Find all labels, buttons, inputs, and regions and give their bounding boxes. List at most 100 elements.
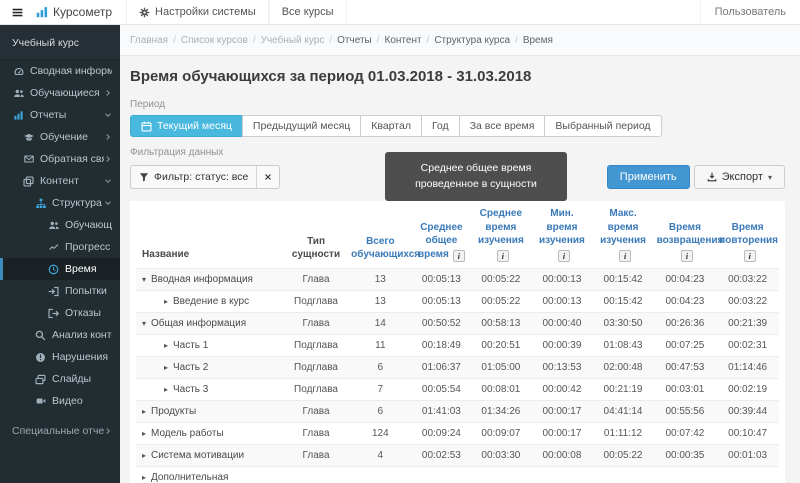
filter-chip[interactable]: Фильтр: статус: все [130, 165, 281, 189]
sidebar-item-обучающиеся[interactable]: Обучающиеся [0, 214, 120, 236]
breadcrumb-item-4[interactable]: Контент [385, 35, 422, 46]
column-header-2[interactable]: Всего обучающихся [348, 201, 420, 268]
row-name-cell: ▸ Введение в курс [136, 289, 284, 312]
info-icon[interactable]: i [680, 249, 693, 262]
breadcrumb-item-0[interactable]: Главная [130, 35, 168, 46]
sidebar-item-структура-курса[interactable]: Структура курса [0, 192, 120, 214]
users-icon [47, 220, 60, 231]
sidebar-item-нарушения[interactable]: Нарушения [0, 346, 120, 368]
info-icon[interactable]: i [496, 249, 509, 262]
row-type-cell: Глава [283, 465, 349, 483]
row-name-cell: ▸ Часть 1 [136, 333, 284, 356]
column-header-3[interactable]: Среднее общее время i [412, 201, 470, 268]
row-name[interactable]: Дополнительная информация по продуктам и… [142, 472, 275, 483]
row-name[interactable]: Модель работы [151, 428, 224, 439]
app-logo[interactable]: Курсометр [34, 0, 126, 24]
period-tab-1[interactable]: Предыдущий месяц [241, 115, 362, 137]
column-header-7[interactable]: Время возвращения i [654, 201, 723, 268]
row-time-cell: 00:15:42 [592, 267, 654, 290]
filter-remove-button[interactable] [256, 166, 279, 188]
row-name[interactable]: Часть 3 [173, 384, 208, 395]
period-tab-3[interactable]: Год [420, 115, 460, 137]
sidebar-item-label: Время [65, 263, 97, 275]
row-expand-caret-icon[interactable]: ▸ [142, 407, 151, 416]
row-expand-caret-icon[interactable]: ▸ [164, 341, 173, 350]
period-tab-5[interactable]: Выбранный период [544, 115, 662, 137]
sidebar-item-время[interactable]: Время [0, 258, 120, 280]
sidebar-item-прогресс[interactable]: Прогресс [0, 236, 120, 258]
row-time-cell: 01:14:46 [716, 355, 779, 378]
breadcrumb-item-3[interactable]: Отчеты [337, 35, 372, 46]
row-time-cell: 00:00:13 [531, 289, 593, 312]
sidebar-item-сводная-информация[interactable]: Сводная информация [0, 60, 120, 82]
row-name[interactable]: Введение в курс [173, 296, 249, 307]
row-time-cell: 00:58:13 [470, 311, 532, 334]
row-time-cell: 03:30:50 [592, 311, 654, 334]
column-header-4[interactable]: Среднее время изучения i [470, 201, 531, 268]
sidebar-item-попытки[interactable]: Попытки [0, 280, 120, 302]
period-tab-0[interactable]: Текущий месяц [130, 115, 243, 137]
row-name[interactable]: Общая информация [151, 318, 246, 329]
row-time-cell: 00:13:53 [531, 355, 593, 378]
breadcrumb-item-1[interactable]: Список курсов [181, 35, 248, 46]
row-time-cell: 00:47:53 [653, 355, 717, 378]
row-time-cell: 00:04:23 [653, 289, 717, 312]
brand-name: Курсометр [53, 5, 113, 19]
period-tab-4[interactable]: За все время [458, 115, 546, 137]
row-name-cell: ▸ Часть 2 [136, 355, 284, 378]
row-expand-caret-icon[interactable]: ▾ [142, 275, 151, 284]
row-time-cell: 00:08:01 [470, 377, 532, 400]
row-type-cell: Подглава [283, 289, 349, 312]
topnav-item-0[interactable]: Настройки системы [126, 0, 269, 24]
sidebar-item-отказы[interactable]: Отказы [0, 302, 120, 324]
sidebar-item-обучающиеся[interactable]: Обучающиеся [0, 82, 120, 104]
row-time-cell: 01:34:26 [470, 399, 532, 422]
row-students-cell: 7 [348, 377, 413, 400]
sidebar-item-обучение[interactable]: Обучение [0, 126, 120, 148]
user-menu[interactable]: Пользователь [699, 0, 800, 24]
row-expand-caret-icon[interactable]: ▸ [142, 451, 151, 460]
row-name[interactable]: Вводная информация [151, 274, 253, 285]
export-button[interactable]: Экспорт ▾ [693, 165, 785, 189]
breadcrumb-item-2[interactable]: Учебный курс [261, 35, 325, 46]
slides-icon [34, 374, 47, 385]
sidebar-item-отчеты[interactable]: Отчеты [0, 104, 120, 126]
breadcrumb: Главная / Список курсов / Учебный курс / Отчет… [120, 25, 800, 56]
info-icon[interactable]: i [619, 249, 632, 262]
column-header-5[interactable]: Мин. время изучения i [531, 201, 592, 268]
period-tab-2[interactable]: Квартал [360, 115, 422, 137]
row-name[interactable]: Часть 1 [173, 340, 208, 351]
row-time-cell: 00:07:42 [653, 421, 717, 444]
sidebar-toggle-icon[interactable] [0, 0, 34, 24]
topnav-item-1[interactable]: Все курсы [268, 0, 347, 24]
row-name[interactable]: Продукты [151, 406, 196, 417]
row-name[interactable]: Часть 2 [173, 362, 208, 373]
sidebar-item-видео[interactable]: Видео [0, 390, 120, 412]
row-expand-caret-icon[interactable]: ▸ [142, 429, 151, 438]
row-expand-caret-icon[interactable]: ▸ [164, 297, 173, 306]
row-time-cell: 00:00:08 [531, 443, 593, 466]
sidebar-item-контент[interactable]: Контент [0, 170, 120, 192]
row-time-cell: 00:50:52 [412, 311, 471, 334]
sidebar-item-специальные-отчеты[interactable]: Специальные отчеты [0, 420, 120, 442]
sidebar-item-слайды[interactable]: Слайды [0, 368, 120, 390]
breadcrumb-item-6[interactable]: Время [523, 35, 553, 46]
apply-button[interactable]: Применить [606, 165, 690, 189]
column-header-8[interactable]: Время повторения i [716, 201, 779, 268]
row-time-cell: 00:05:22 [470, 267, 532, 290]
row-expand-caret-icon[interactable]: ▸ [142, 473, 151, 482]
row-expand-caret-icon[interactable]: ▸ [164, 385, 173, 394]
sidebar-item-анализ-контента[interactable]: Анализ контента [0, 324, 120, 346]
row-time-cell: 00:00:13 [531, 267, 593, 290]
sign-out-icon [47, 308, 60, 319]
info-icon[interactable]: i [743, 249, 756, 262]
column-header-6[interactable]: Макс. время изучения i [592, 201, 653, 268]
info-icon[interactable]: i [557, 249, 570, 262]
row-name[interactable]: Система мотивации [151, 450, 244, 461]
row-type-cell: Подглава [283, 355, 349, 378]
sidebar-item-обратная-связь[interactable]: Обратная связь [0, 148, 120, 170]
row-expand-caret-icon[interactable]: ▾ [142, 319, 151, 328]
breadcrumb-item-5[interactable]: Структура курса [434, 35, 510, 46]
row-expand-caret-icon[interactable]: ▸ [164, 363, 173, 372]
info-icon[interactable]: i [452, 249, 465, 262]
